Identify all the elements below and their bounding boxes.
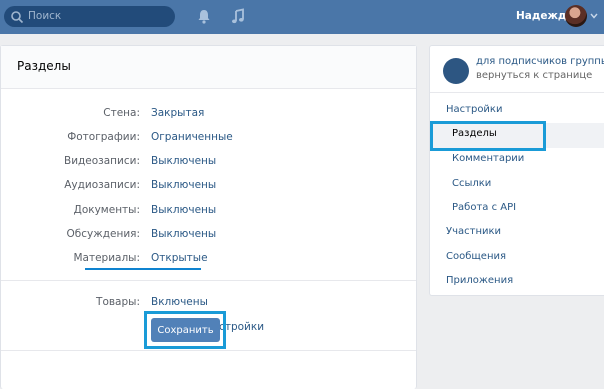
goods-value-link[interactable]: Включены bbox=[151, 296, 208, 308]
menu-item-links[interactable]: Ссылки bbox=[452, 178, 491, 189]
row-label-wall: Стена: bbox=[103, 107, 140, 119]
menu-item-apps[interactable]: Приложения bbox=[446, 275, 513, 286]
wall-value-link[interactable]: Закрытая bbox=[151, 107, 204, 119]
footer-divider bbox=[1, 350, 416, 351]
top-bar: Поиск Надежда bbox=[0, 0, 604, 34]
row-label-documents: Документы: bbox=[73, 204, 140, 216]
search-input[interactable]: Поиск bbox=[4, 6, 175, 27]
music-icon[interactable] bbox=[230, 8, 246, 25]
row-label-materials: Материалы: bbox=[73, 252, 140, 264]
group-avatar[interactable] bbox=[443, 58, 469, 84]
discussions-value-link[interactable]: Выключены bbox=[151, 228, 216, 240]
row-label-discussions: Обсуждения: bbox=[66, 228, 140, 240]
section-divider bbox=[1, 280, 416, 281]
page-title: Разделы bbox=[17, 59, 71, 73]
avatar[interactable] bbox=[565, 5, 587, 27]
sections-highlight bbox=[430, 121, 546, 151]
photos-value-link[interactable]: Ограниченные bbox=[151, 131, 233, 143]
menu-item-messages[interactable]: Сообщения bbox=[446, 251, 506, 262]
row-label-photos: Фотографии: bbox=[67, 131, 140, 143]
panel-header: Разделы bbox=[1, 46, 416, 89]
materials-underline bbox=[85, 268, 201, 270]
documents-value-link[interactable]: Выключены bbox=[151, 204, 216, 216]
side-menu-panel: для подписчиков группы... вернуться к ст… bbox=[429, 45, 604, 296]
row-label-audio: Аудиозаписи: bbox=[64, 179, 140, 191]
search-placeholder: Поиск bbox=[28, 10, 62, 22]
menu-item-api[interactable]: Работа с API bbox=[452, 202, 516, 213]
group-name-link[interactable]: для подписчиков группы... bbox=[476, 56, 604, 67]
chevron-down-icon[interactable] bbox=[590, 13, 598, 19]
menu-item-settings[interactable]: Настройки bbox=[446, 104, 502, 115]
row-label-videos: Видеозаписи: bbox=[63, 155, 140, 167]
back-to-page-link[interactable]: вернуться к странице bbox=[476, 70, 592, 81]
audio-value-link[interactable]: Выключены bbox=[151, 179, 216, 191]
save-button[interactable]: Сохранить bbox=[151, 318, 220, 342]
row-label-goods: Товары: bbox=[96, 296, 140, 308]
menu-item-members[interactable]: Участники bbox=[446, 226, 501, 237]
bell-icon[interactable] bbox=[196, 8, 212, 25]
videos-value-link[interactable]: Выключены bbox=[151, 155, 216, 167]
menu-item-comments[interactable]: Комментарии bbox=[452, 153, 524, 164]
search-icon bbox=[11, 11, 24, 24]
side-divider bbox=[430, 92, 604, 93]
materials-value-link[interactable]: Открытые bbox=[151, 252, 208, 264]
